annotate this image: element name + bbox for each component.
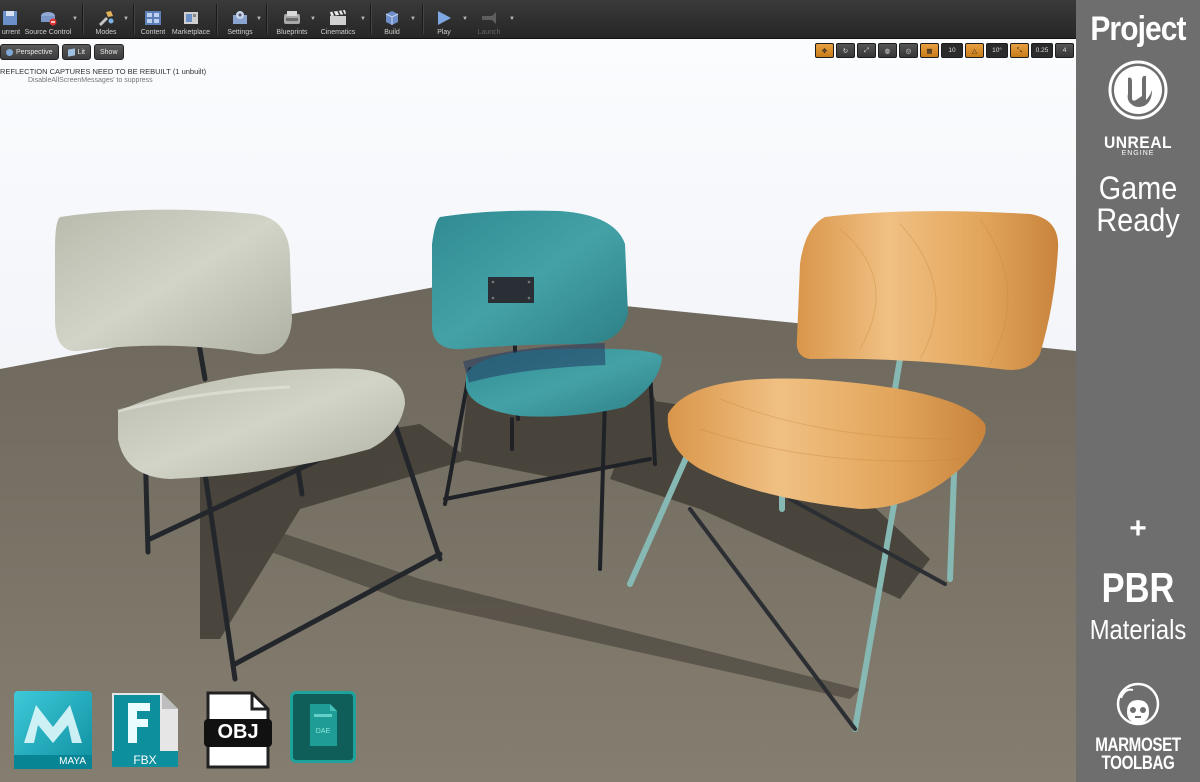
rotation-snap-icon[interactable]: △ xyxy=(965,43,984,58)
scene-render xyxy=(0,39,1076,782)
grid-snap-icon[interactable]: ▦ xyxy=(920,43,939,58)
launch-button[interactable]: Launch xyxy=(474,2,504,36)
play-button[interactable]: Play xyxy=(430,2,458,36)
game-label: Game xyxy=(1098,170,1178,206)
chevron-down-icon[interactable]: ▼ xyxy=(123,16,129,22)
show-label: Show xyxy=(99,48,118,56)
pbr-heading: PBR xyxy=(1101,564,1175,611)
show-button[interactable]: Show xyxy=(93,44,124,60)
scale-snap-icon[interactable]: ⤡ xyxy=(1010,43,1029,58)
marketplace-icon xyxy=(184,12,198,24)
toolbar-label: Blueprints xyxy=(276,29,308,36)
toolbag-wordmark: TOOLBAG xyxy=(1101,753,1175,774)
save-current-button[interactable]: urrent xyxy=(0,2,22,36)
toolbar-label: urrent xyxy=(1,29,21,36)
toolbar-divider xyxy=(266,4,267,34)
promo-panel: Project UNREAL ENGINE Game Ready + PBR M… xyxy=(1076,0,1200,782)
fbx-label: FBX xyxy=(133,753,157,767)
viewport-options: Perspective Lit Show xyxy=(0,44,124,60)
cinematics-icon xyxy=(330,10,346,25)
dae-badge: DAE xyxy=(290,691,356,763)
ready-label: Ready xyxy=(1096,202,1180,238)
maya-logo-icon xyxy=(24,705,82,743)
suppress-hint: DisableAllScreenMessages' to suppress xyxy=(28,77,153,84)
toolbar-label: Modes xyxy=(95,29,117,36)
translate-icon[interactable]: ✥ xyxy=(815,43,834,58)
toolbar-divider xyxy=(422,4,423,34)
settings-button[interactable]: Settings xyxy=(224,2,256,36)
save-icon xyxy=(3,11,17,25)
toolbar-divider xyxy=(133,4,134,34)
play-icon xyxy=(438,11,451,25)
project-heading: Project xyxy=(1090,10,1186,48)
modes-button[interactable]: Modes xyxy=(92,2,120,36)
chevron-down-icon[interactable]: ▼ xyxy=(360,16,366,22)
toolbar-divider xyxy=(216,4,217,34)
marmoset-logo-icon xyxy=(1116,682,1160,726)
dae-label: DAE xyxy=(315,728,331,735)
engine-wordmark: ENGINE xyxy=(1121,150,1155,157)
maya-badge: MAYA xyxy=(14,691,92,769)
toolbar-label: Marketplace xyxy=(171,29,211,36)
toolbar-label: Launch xyxy=(477,29,501,36)
viewport-transform-toolbar: ✥ ↻ ⤢ ◍ ◎ ▦ 10 △ 10° ⤡ 0.25 4 xyxy=(815,43,1074,58)
toolbar-label: Cinematics xyxy=(320,29,356,36)
reflection-warning: REFLECTION CAPTURES NEED TO BE REBUILT (… xyxy=(0,67,207,76)
scale-icon[interactable]: ⤢ xyxy=(857,43,876,58)
lit-icon xyxy=(67,47,75,57)
camera-icon xyxy=(6,48,13,56)
build-button[interactable]: Build xyxy=(378,2,406,36)
rotation-snap-value[interactable]: 10° xyxy=(986,43,1008,58)
perspective-label: Perspective xyxy=(16,48,53,56)
toolbar-divider xyxy=(370,4,371,34)
content-browser-icon xyxy=(145,11,161,25)
build-icon xyxy=(385,11,399,25)
perspective-button[interactable]: Perspective xyxy=(0,44,59,60)
unreal-engine-logo-icon xyxy=(1108,60,1168,120)
lit-label: Lit xyxy=(77,48,85,56)
plus-sign: + xyxy=(1129,512,1147,545)
toolbar-label: Content xyxy=(140,29,166,36)
surface-snap-icon[interactable]: ◎ xyxy=(899,43,918,58)
toolbar-divider xyxy=(82,4,83,34)
chevron-down-icon[interactable]: ▼ xyxy=(256,16,262,22)
toolbar-label: Build xyxy=(384,29,400,36)
chevron-down-icon[interactable]: ▼ xyxy=(410,16,416,22)
scale-snap-value[interactable]: 0.25 xyxy=(1031,43,1053,58)
dae-file-icon xyxy=(310,704,337,746)
lit-button[interactable]: Lit xyxy=(61,44,91,60)
rotate-icon[interactable]: ↻ xyxy=(836,43,855,58)
chevron-down-icon[interactable]: ▼ xyxy=(462,16,468,22)
obj-badge: OBJ xyxy=(204,691,272,769)
settings-icon xyxy=(233,11,247,24)
fbx-badge: FBX xyxy=(110,691,180,769)
maya-label: MAYA xyxy=(14,755,92,769)
blueprints-button[interactable]: Blueprints xyxy=(274,2,310,36)
level-viewport[interactable]: Perspective Lit Show REFLECTION CAPTURES… xyxy=(0,39,1076,782)
chevron-down-icon[interactable]: ▼ xyxy=(72,16,78,22)
chevron-down-icon[interactable]: ▼ xyxy=(509,16,515,22)
marketplace-button[interactable]: Marketplace xyxy=(171,2,211,36)
game-ready-heading: Game Ready xyxy=(1082,172,1194,236)
content-button[interactable]: Content xyxy=(138,2,168,36)
materials-heading: Materials xyxy=(1089,614,1187,645)
editor-toolbar: urrent Source Control ▼ Modes ▼ Content … xyxy=(0,0,1076,39)
launch-icon xyxy=(482,12,496,24)
toolbar-label: Source Control xyxy=(24,29,72,36)
obj-label: OBJ xyxy=(217,721,259,743)
source-control-icon xyxy=(41,12,57,26)
cinematics-button[interactable]: Cinematics xyxy=(318,2,358,36)
modes-icon xyxy=(99,11,114,26)
grid-snap-value[interactable]: 10 xyxy=(941,43,963,58)
blueprints-icon xyxy=(284,11,300,24)
camera-speed-button[interactable]: 4 xyxy=(1055,43,1074,58)
toolbar-label: Settings xyxy=(227,29,253,36)
world-icon[interactable]: ◍ xyxy=(878,43,897,58)
chevron-down-icon[interactable]: ▼ xyxy=(310,16,316,22)
toolbar-label: Play xyxy=(437,29,451,36)
source-control-button[interactable]: Source Control xyxy=(24,2,72,36)
